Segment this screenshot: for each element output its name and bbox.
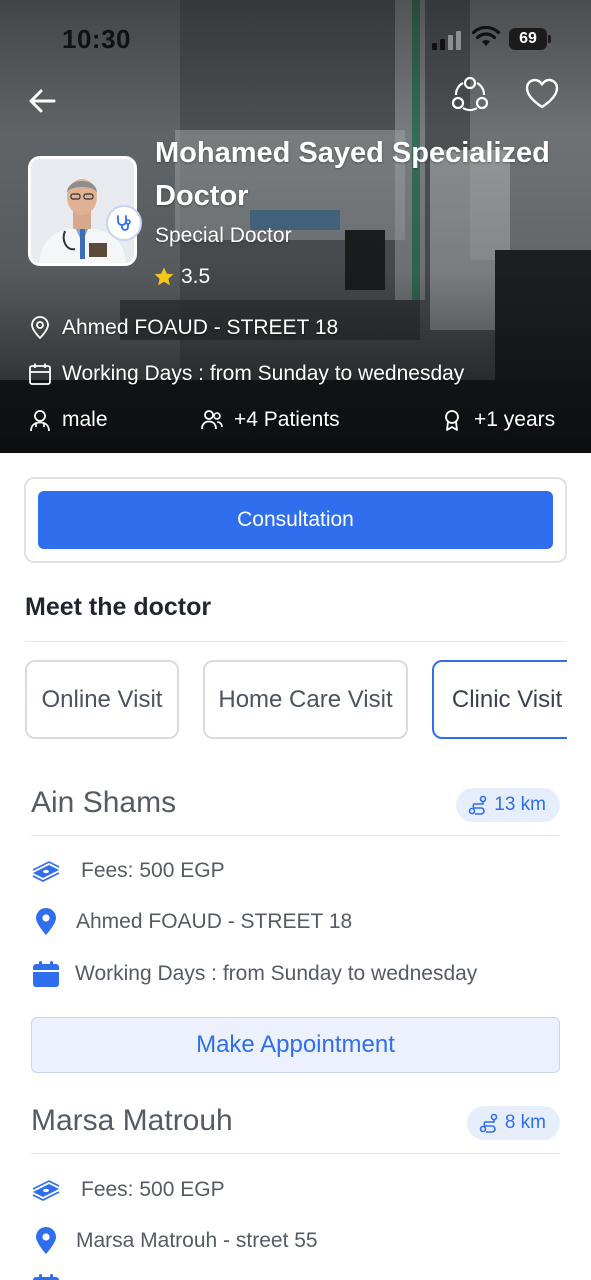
- clinic-branch-card: Ain Shams 13 km Fees: 500 EGP Ahmed FOAU…: [31, 786, 560, 1076]
- location-pin-icon: [31, 316, 49, 340]
- tab-online-visit[interactable]: Online Visit: [25, 660, 179, 739]
- map-pin-icon: [31, 1226, 61, 1256]
- tab-home-care-visit[interactable]: Home Care Visit: [203, 660, 408, 739]
- status-bar: 10:30 69: [0, 0, 591, 80]
- rating-value: 3.5: [181, 265, 211, 288]
- address-row: Marsa Matrouh - street 55: [31, 1226, 318, 1256]
- address-text: Ahmed FOAUD - STREET 18: [76, 910, 353, 933]
- doctor-address: Ahmed FOAUD - STREET 18: [62, 316, 339, 339]
- address-text: Marsa Matrouh - street 55: [76, 1229, 318, 1252]
- route-icon: [468, 795, 487, 815]
- calendar-filled-icon: [31, 959, 61, 989]
- working-days-row: [31, 1272, 61, 1280]
- doctor-address-row: Ahmed FOAUD - STREET 18: [28, 314, 338, 342]
- award-icon: [445, 410, 459, 431]
- visit-type-tabs: Online Visit Home Care Visit Clinic Visi…: [0, 660, 567, 740]
- favorite-heart-icon[interactable]: [524, 76, 560, 112]
- working-days-text: Working Days : from Sunday to wednesday: [75, 962, 478, 985]
- fees-text: Fees: 500 EGP: [81, 859, 225, 882]
- distance-badge: 13 km: [456, 788, 560, 822]
- distance-value: 13 km: [494, 794, 546, 815]
- doctor-header: 10:30 69 Mohamed Sayed Specialized Docto…: [0, 0, 591, 453]
- section-divider: [25, 641, 566, 642]
- address-row: Ahmed FOAUD - STREET 18: [31, 907, 352, 937]
- route-icon: [479, 1113, 498, 1133]
- fees-row: Fees: 500 EGP: [31, 1175, 225, 1205]
- doctor-avatar: [28, 156, 142, 266]
- cellular-signal-icon: [432, 31, 461, 50]
- doctor-experience-row: +1 years: [440, 406, 555, 434]
- distance-badge: 8 km: [466, 1106, 560, 1140]
- money-icon: [31, 856, 61, 886]
- doctor-name: Mohamed Sayed Specialized Doctor: [155, 137, 550, 212]
- doctor-patients-row: +4 Patients: [200, 406, 340, 434]
- make-appointment-button[interactable]: Make Appointment: [31, 1017, 560, 1073]
- doctor-gender-icon: [30, 410, 50, 432]
- star-icon: [154, 267, 174, 286]
- calendar-icon: [29, 363, 51, 385]
- doctor-specialty: Special Doctor: [155, 224, 292, 247]
- map-pin-icon: [31, 907, 61, 937]
- stethoscope-badge-icon: [106, 205, 142, 241]
- wifi-icon: [472, 26, 500, 46]
- doctor-patients: +4 Patients: [234, 408, 340, 431]
- doctor-experience: +1 years: [474, 408, 556, 431]
- clinic-branch-card: Marsa Matrouh 8 km Fees: 500 EGP Marsa M…: [31, 1104, 560, 1280]
- doctor-gender: male: [62, 408, 108, 431]
- branch-name: Ain Shams: [31, 786, 177, 819]
- share-icon[interactable]: [451, 75, 489, 113]
- meet-doctor-heading: Meet the doctor: [25, 593, 212, 621]
- working-days-row: Working Days : from Sunday to wednesday: [31, 959, 477, 989]
- money-icon: [31, 1175, 61, 1205]
- fees-text: Fees: 500 EGP: [81, 1178, 225, 1201]
- status-time: 10:30: [62, 24, 131, 54]
- doctor-gender-row: male: [28, 406, 108, 434]
- calendar-filled-icon: [31, 1272, 61, 1280]
- back-arrow-icon[interactable]: [26, 84, 60, 118]
- battery-icon: 69: [509, 28, 551, 50]
- doctor-rating: 3.5: [153, 264, 210, 290]
- battery-level: 69: [509, 28, 547, 50]
- consultation-button[interactable]: Consultation: [38, 491, 553, 549]
- fees-row: Fees: 500 EGP: [31, 856, 225, 886]
- distance-value: 8 km: [504, 1112, 546, 1133]
- tab-clinic-visit[interactable]: Clinic Visit: [432, 660, 567, 739]
- consultation-card: Consultation: [24, 477, 567, 563]
- branch-name: Marsa Matrouh: [31, 1104, 233, 1137]
- doctor-working-days: Working Days : from Sunday to wednesday: [62, 362, 465, 385]
- doctor-working-days-row: Working Days : from Sunday to wednesday: [28, 360, 464, 388]
- patients-icon: [201, 410, 223, 430]
